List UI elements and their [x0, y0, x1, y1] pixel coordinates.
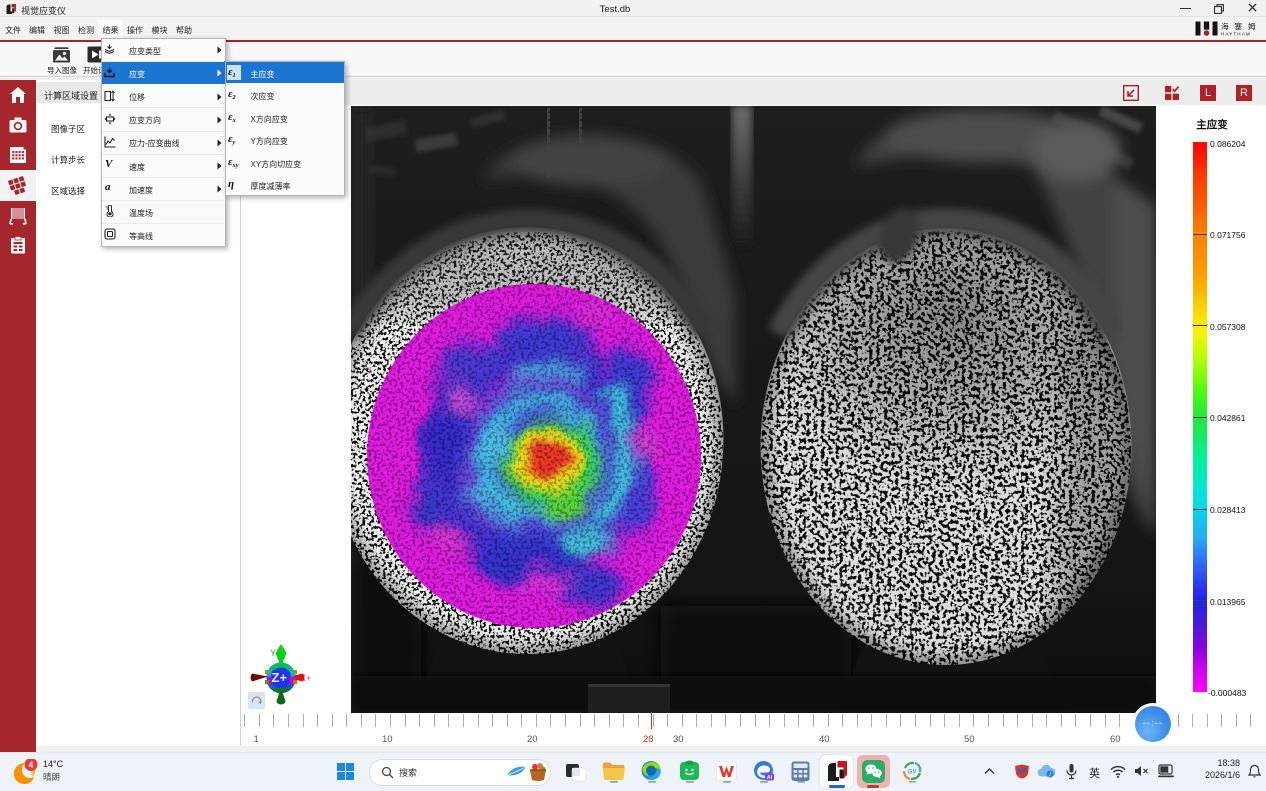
svg-text:4: 4: [29, 760, 34, 770]
svg-text:Z+: Z+: [272, 670, 288, 685]
svg-text:HAYTHAM: HAYTHAM: [1221, 32, 1251, 37]
svg-text:GV: GV: [908, 770, 918, 776]
svg-text:海塞姆: 海塞姆: [1221, 21, 1257, 31]
svg-text:AI: AI: [767, 775, 773, 781]
